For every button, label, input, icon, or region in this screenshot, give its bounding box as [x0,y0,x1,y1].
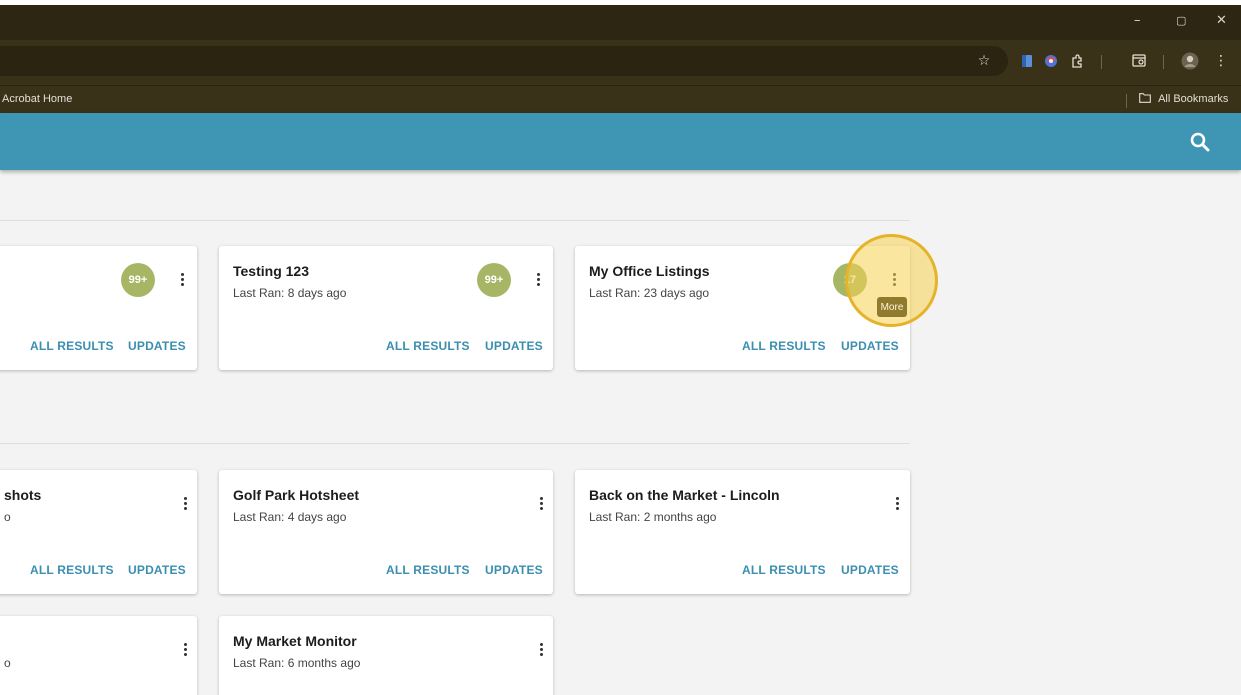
last-ran-text: Last Ran: 23 days ago [589,286,710,300]
last-ran-text: o [4,510,11,524]
all-results-link[interactable]: ALL RESULTS [30,563,114,577]
bookmark-acrobat-home[interactable]: Acrobat Home [2,93,72,105]
last-ran-text: o [4,656,11,670]
app-header [0,113,1241,170]
more-options-icon[interactable] [531,266,545,292]
address-bar[interactable] [0,46,1008,76]
saved-search-card[interactable]: My Market Monitor Last Ran: 6 months ago [219,616,553,695]
saved-search-card[interactable]: Testing 123 Last Ran: 8 days ago 99+ ALL… [219,246,553,370]
all-results-link[interactable]: ALL RESULTS [30,339,114,353]
updates-link[interactable]: UPDATES [841,339,899,353]
last-ran-text: Last Ran: 6 months ago [233,656,361,670]
card-title: Back on the Market - Lincoln [589,487,780,503]
updates-link[interactable]: UPDATES [841,563,899,577]
more-options-icon[interactable] [890,490,904,516]
all-results-link[interactable]: ALL RESULTS [742,339,826,353]
updates-link[interactable]: UPDATES [485,563,543,577]
browser-window: – ▢ ✕ ☆ ⋮ Acrobat Home All Bookmarks 99+… [0,5,1241,695]
card-title: My Office Listings [589,263,710,279]
minimize-button[interactable]: – [1134,13,1141,28]
more-options-icon[interactable] [534,636,548,662]
browser-toolbar: ☆ ⋮ [0,40,1241,85]
title-bar: – ▢ ✕ [0,5,1241,40]
search-icon[interactable] [1189,131,1211,153]
results-count-badge: 99+ [477,263,511,297]
folder-icon [1139,93,1151,103]
profile-avatar-icon[interactable] [1181,52,1199,70]
last-ran-text: Last Ran: 8 days ago [233,286,347,300]
card-title: My Market Monitor [233,633,357,649]
all-results-link[interactable]: ALL RESULTS [386,339,470,353]
last-ran-text: Last Ran: 2 months ago [589,510,717,524]
section-divider [0,220,910,221]
menu-kebab-icon[interactable]: ⋮ [1212,52,1230,70]
all-results-link[interactable]: ALL RESULTS [742,563,826,577]
bookmarks-bar: Acrobat Home All Bookmarks [0,85,1241,113]
all-results-link[interactable]: ALL RESULTS [386,563,470,577]
puzzle-icon[interactable] [1068,52,1086,70]
all-bookmarks-label: All Bookmarks [1158,93,1229,105]
star-icon[interactable]: ☆ [975,52,993,70]
card-title: shots [4,487,42,503]
tab-search-icon[interactable] [1130,52,1148,70]
section-divider [0,443,910,444]
updates-link[interactable]: UPDATES [128,563,186,577]
updates-link[interactable]: UPDATES [485,339,543,353]
saved-search-card[interactable]: shots o ALL RESULTS UPDATES [0,470,197,594]
all-bookmarks-button[interactable]: All Bookmarks [1139,93,1228,105]
card-title: Golf Park Hotsheet [233,487,360,503]
bookmarks-separator [1126,94,1127,108]
more-options-icon[interactable] [178,636,192,662]
saved-search-card[interactable]: Back on the Market - Lincoln Last Ran: 2… [575,470,910,594]
saved-search-card[interactable]: 99+ ALL RESULTS UPDATES [0,246,197,370]
more-options-icon[interactable] [175,266,189,292]
more-tooltip: More [877,297,907,317]
restore-button[interactable]: ▢ [1176,14,1186,27]
close-button[interactable]: ✕ [1216,13,1227,28]
toolbar-separator [1163,55,1164,69]
results-count-badge: 99+ [121,263,155,297]
toolbar-separator [1101,55,1102,69]
more-options-icon[interactable] [534,490,548,516]
extension-blue-icon[interactable] [1018,52,1036,70]
last-ran-text: Last Ran: 4 days ago [233,510,347,524]
more-options-icon[interactable] [178,490,192,516]
saved-search-card[interactable]: o [0,616,197,695]
updates-link[interactable]: UPDATES [128,339,186,353]
extension-color-icon[interactable] [1042,52,1060,70]
saved-search-card[interactable]: Golf Park Hotsheet Last Ran: 4 days ago … [219,470,553,594]
card-title: Testing 123 [233,263,309,279]
